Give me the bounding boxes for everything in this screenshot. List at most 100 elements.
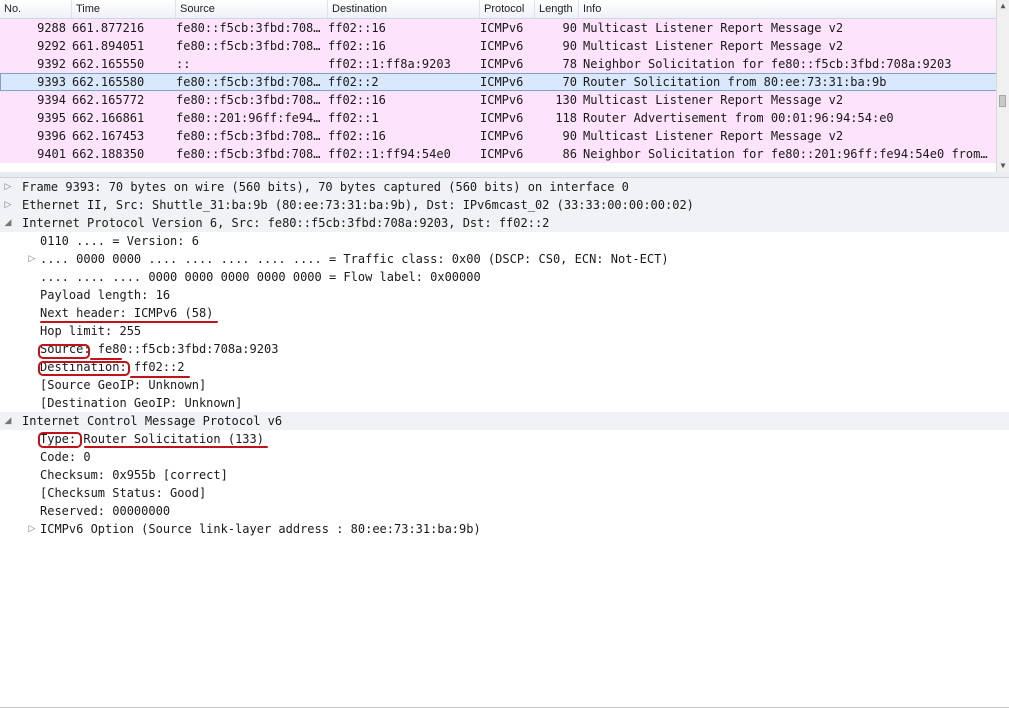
packet-cell-no: 9401 <box>37 147 66 161</box>
detail-field[interactable]: ▷.... 0000 0000 .... .... .... .... ....… <box>0 250 1009 268</box>
detail-field[interactable]: [Checksum Status: Good] <box>0 484 1009 502</box>
packet-row[interactable]: 9396 662.167453 fe80::f5cb:3fbd:708… ff02::… <box>0 127 997 145</box>
packet-cell-info: Multicast Listener Report Message v2 <box>583 21 844 35</box>
triangle-right-icon[interactable]: ▷ <box>26 250 38 268</box>
scroll-down-icon[interactable]: ▼ <box>997 160 1009 172</box>
column-header-time[interactable]: Time <box>72 0 176 18</box>
packet-row[interactable]: 9401 662.188350 fe80::f5cb:3fbd:708… ff02::… <box>0 145 997 163</box>
packet-cell-length: 90 <box>562 39 577 53</box>
packet-cell-length: 90 <box>562 129 577 143</box>
packet-details-pane[interactable]: ▷ Frame 9393: 70 bytes on wire (560 bits)… <box>0 178 1009 708</box>
packet-cell-info: Multicast Listener Report Message v2 <box>583 129 844 143</box>
packet-cell-no: 9292 <box>37 39 66 53</box>
detail-field[interactable]: Payload length: 16 <box>0 286 1009 304</box>
packet-cell-no: 9396 <box>37 129 66 143</box>
detail-text: Source: fe80::f5cb:3fbd:708a:9203 <box>40 342 279 356</box>
packet-cell-source: fe80::f5cb:3fbd:708… <box>176 39 321 53</box>
packet-cell-info: Multicast Listener Report Message v2 <box>583 93 844 107</box>
detail-text: Type: Router Solicitation (133) <box>40 432 264 446</box>
packet-cell-protocol: ICMPv6 <box>480 21 524 35</box>
packet-cell-length: 78 <box>562 57 577 71</box>
triangle-down-icon[interactable]: ◢ <box>2 412 14 430</box>
detail-text: .... 0000 0000 .... .... .... .... .... … <box>40 252 669 266</box>
column-header-destination[interactable]: Destination <box>328 0 480 18</box>
detail-field[interactable]: Next header: ICMPv6 (58) <box>0 304 1009 322</box>
packet-cell-info: Multicast Listener Report Message v2 <box>583 39 844 53</box>
packet-cell-destination: ff02::16 <box>328 93 386 107</box>
wireshark-window: No. Time Source Destination Protocol Len… <box>0 0 1009 711</box>
packet-cell-source: :: <box>176 57 191 71</box>
scroll-up-icon[interactable]: ▲ <box>997 0 1009 12</box>
packet-cell-info: Router Advertisement from 00:01:96:94:54… <box>583 111 894 125</box>
detail-text: [Checksum Status: Good] <box>40 486 207 500</box>
packet-row[interactable]: 9392 662.165550:: ff02::1:ff8a:9203 ICMPv6 7… <box>0 55 997 73</box>
packet-cell-source: fe80::f5cb:3fbd:708… <box>176 147 321 161</box>
triangle-right-icon[interactable]: ▷ <box>2 196 14 214</box>
detail-field[interactable]: Type: Router Solicitation (133) <box>0 430 1009 448</box>
detail-text: .... .... .... 0000 0000 0000 0000 0000 … <box>40 270 481 284</box>
packet-row[interactable]: 9393 662.165580 fe80::f5cb:3fbd:708… ff02::… <box>0 73 997 91</box>
packet-cell-protocol: ICMPv6 <box>480 57 524 71</box>
detail-text: ICMPv6 Option (Source link-layer address… <box>40 522 481 536</box>
packet-cell-length: 86 <box>562 147 577 161</box>
detail-field[interactable]: Reserved: 00000000 <box>0 502 1009 520</box>
packet-cell-source: fe80::201:96ff:fe94… <box>176 111 321 125</box>
detail-field[interactable]: Hop limit: 255 <box>0 322 1009 340</box>
packet-cell-destination: ff02::16 <box>328 39 386 53</box>
packet-cell-destination: ff02::1:ff94:54e0 <box>328 147 451 161</box>
detail-section[interactable]: ◢ Internet Protocol Version 6, Src: fe80:… <box>0 214 1009 232</box>
detail-text: Code: 0 <box>40 450 91 464</box>
pane-bottom-border <box>0 707 1009 708</box>
detail-section[interactable]: ▷ Frame 9393: 70 bytes on wire (560 bits)… <box>0 178 1009 196</box>
packet-cell-no: 9393 <box>37 75 66 89</box>
packet-list-scrollbar[interactable]: ▲ ▼ <box>996 0 1009 172</box>
detail-field[interactable]: [Source GeoIP: Unknown] <box>0 376 1009 394</box>
detail-section[interactable]: ▷ Ethernet II, Src: Shuttle_31:ba:9b (80:… <box>0 196 1009 214</box>
detail-text: Ethernet II, Src: Shuttle_31:ba:9b (80:e… <box>22 198 694 212</box>
packet-list-pane[interactable]: No. Time Source Destination Protocol Len… <box>0 0 1009 173</box>
packet-cell-no: 9394 <box>37 93 66 107</box>
detail-text: Next header: ICMPv6 (58) <box>40 306 214 320</box>
packet-cell-protocol: ICMPv6 <box>480 147 524 161</box>
detail-field[interactable]: Code: 0 <box>0 448 1009 466</box>
detail-text: Checksum: 0x955b [correct] <box>40 468 228 482</box>
detail-text: [Source GeoIP: Unknown] <box>40 378 207 392</box>
packet-cell-time: 662.166861 <box>72 111 145 125</box>
packet-row[interactable]: 9292 661.894051 fe80::f5cb:3fbd:708… ff02::… <box>0 37 997 55</box>
detail-field[interactable]: 0110 .... = Version: 6 <box>0 232 1009 250</box>
scrollbar-thumb[interactable] <box>999 95 1006 107</box>
packet-cell-source: fe80::f5cb:3fbd:708… <box>176 75 321 89</box>
packet-cell-source: fe80::f5cb:3fbd:708… <box>176 21 321 35</box>
detail-field[interactable]: .... .... .... 0000 0000 0000 0000 0000 … <box>0 268 1009 286</box>
triangle-right-icon[interactable]: ▷ <box>2 178 14 196</box>
packet-cell-source: fe80::f5cb:3fbd:708… <box>176 129 321 143</box>
detail-field[interactable]: [Destination GeoIP: Unknown] <box>0 394 1009 412</box>
column-header-no[interactable]: No. <box>0 0 72 18</box>
detail-section[interactable]: ◢ Internet Control Message Protocol v6 <box>0 412 1009 430</box>
packet-cell-source: fe80::f5cb:3fbd:708… <box>176 93 321 107</box>
detail-text: 0110 .... = Version: 6 <box>40 234 199 248</box>
packet-row[interactable]: 9394 662.165772 fe80::f5cb:3fbd:708… ff02::… <box>0 91 997 109</box>
packet-cell-time: 661.894051 <box>72 39 145 53</box>
packet-cell-info: Neighbor Solicitation for fe80::f5cb:3fb… <box>583 57 952 71</box>
column-header-protocol[interactable]: Protocol <box>480 0 535 18</box>
detail-field[interactable]: Destination: ff02::2 <box>0 358 1009 376</box>
packet-row[interactable]: 9395 662.166861 fe80::201:96ff:fe94… ff02::… <box>0 109 997 127</box>
packet-cell-no: 9395 <box>37 111 66 125</box>
column-header-info[interactable]: Info <box>579 0 997 18</box>
column-header-length[interactable]: Length <box>535 0 579 18</box>
packet-row[interactable]: 9288 661.877216 fe80::f5cb:3fbd:708… ff02::… <box>0 19 997 37</box>
packet-cell-no: 9288 <box>37 21 66 35</box>
detail-field[interactable]: Source: fe80::f5cb:3fbd:708a:9203 <box>0 340 1009 358</box>
detail-field[interactable]: Checksum: 0x955b [correct] <box>0 466 1009 484</box>
packet-cell-destination: ff02::2 <box>328 75 379 89</box>
packet-cell-no: 9392 <box>37 57 66 71</box>
packet-cell-time: 661.877216 <box>72 21 145 35</box>
packet-cell-info: Router Solicitation from 80:ee:73:31:ba:… <box>583 75 887 89</box>
triangle-right-icon[interactable]: ▷ <box>26 520 38 538</box>
column-header-source[interactable]: Source <box>176 0 328 18</box>
packet-list-header: No. Time Source Destination Protocol Len… <box>0 0 997 19</box>
detail-field[interactable]: ▷ ICMPv6 Option (Source link-layer addres… <box>0 520 1009 538</box>
triangle-down-icon[interactable]: ◢ <box>2 214 14 232</box>
detail-text: Destination: ff02::2 <box>40 360 185 374</box>
